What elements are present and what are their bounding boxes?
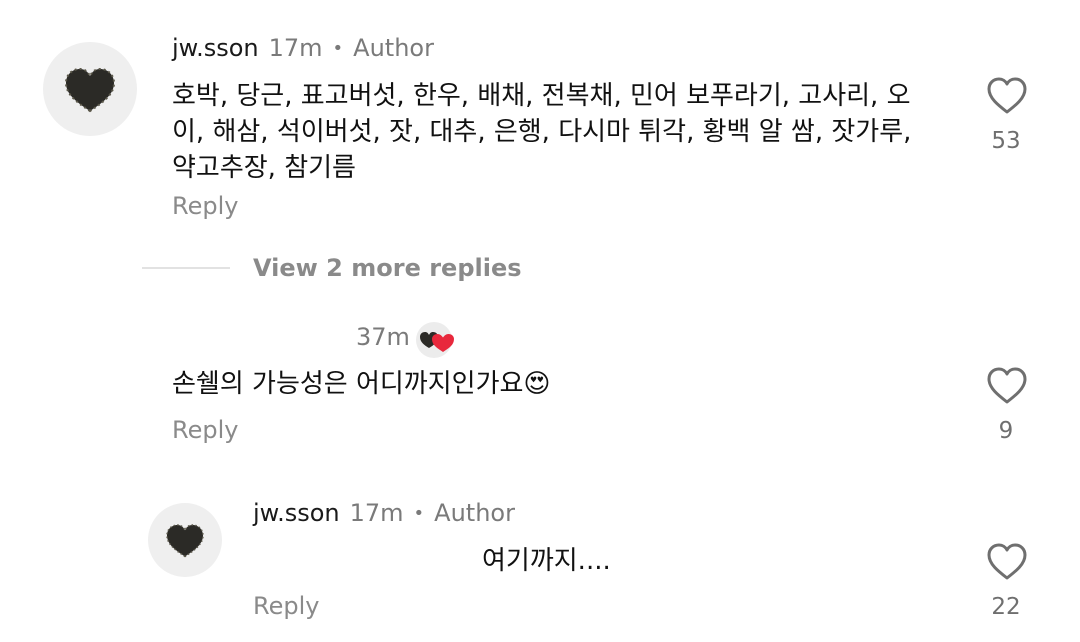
author-badge: Author: [434, 499, 515, 527]
username[interactable]: jw.sson: [253, 499, 340, 527]
comment-text: 호박, 당근, 표고버섯, 한우, 배채, 전복채, 민어 보푸라기, 고사리,…: [172, 78, 962, 186]
like-button[interactable]: [985, 366, 1029, 406]
avatar[interactable]: [416, 322, 454, 358]
comment-text-line: 호박, 당근, 표고버섯, 한우, 배채, 전복채, 민어 보푸라기, 고사리,…: [172, 81, 911, 111]
separator-dot: •: [332, 37, 344, 59]
like-count: 22: [991, 594, 1021, 620]
divider: [142, 267, 230, 269]
reply-button[interactable]: Reply: [253, 592, 319, 620]
comment-header: jw.sson 17m • Author: [172, 33, 434, 63]
reply-button[interactable]: Reply: [172, 416, 238, 444]
comment-header: jw.sson 17m • Author: [253, 498, 515, 528]
heart-outline-icon: [987, 367, 1027, 404]
view-more-replies-button[interactable]: View 2 more replies: [253, 254, 522, 282]
comment-text-line: 약고추장, 참기름: [172, 153, 356, 183]
heart-outline-icon: [987, 77, 1027, 114]
heart-outline-icon: [987, 543, 1027, 580]
heart-caviar-with-red-heart-icon: [420, 332, 454, 352]
timestamp: 17m: [349, 499, 404, 527]
separator-dot: •: [413, 502, 425, 524]
like-count: 9: [998, 418, 1014, 444]
heart-caviar-avatar-icon: [64, 67, 116, 113]
avatar[interactable]: [148, 503, 222, 577]
username[interactable]: jw.sson: [172, 34, 259, 62]
author-badge: Author: [353, 34, 434, 62]
like-button[interactable]: [985, 76, 1029, 116]
timestamp: 17m: [268, 34, 323, 62]
heart-caviar-avatar-icon: [166, 524, 204, 558]
comment-text: 손쉘의 가능성은 어디까지인가요😍: [172, 366, 551, 402]
heart-eyes-emoji-icon: 😍: [523, 369, 551, 399]
timestamp: 37m: [356, 323, 410, 351]
like-button[interactable]: [985, 542, 1029, 582]
avatar[interactable]: [43, 42, 137, 136]
reply-button[interactable]: Reply: [172, 192, 238, 220]
comment-text-line: 이, 해삼, 석이버섯, 잣, 대추, 은행, 다시마 튀각, 황백 알 쌈, …: [172, 117, 912, 147]
comment-text: 여기까지....: [482, 546, 611, 576]
comment-text-content: 손쉘의 가능성은 어디까지인가요: [172, 369, 524, 399]
like-count: 53: [991, 128, 1021, 154]
